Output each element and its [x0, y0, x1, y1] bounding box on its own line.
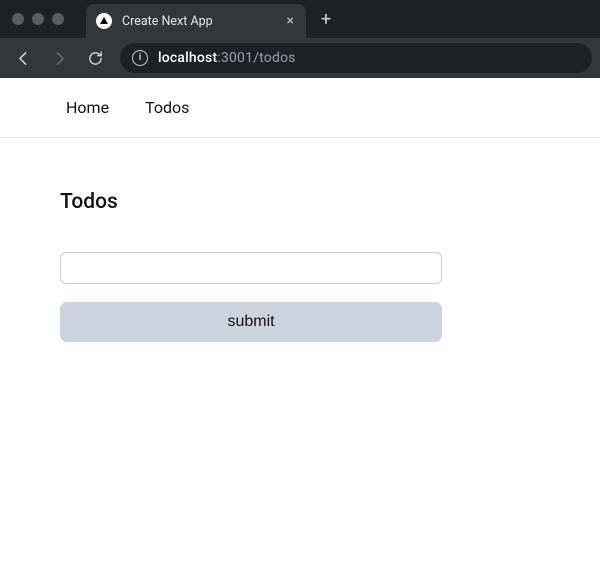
browser-toolbar: i localhost:3001/todos	[0, 38, 600, 78]
window-close-button[interactable]	[12, 13, 24, 25]
site-nav: Home Todos	[0, 78, 600, 138]
site-info-icon[interactable]: i	[132, 50, 148, 66]
window-maximize-button[interactable]	[52, 13, 64, 25]
url-text: localhost:3001/todos	[158, 50, 296, 66]
reload-button[interactable]	[80, 43, 110, 73]
nav-link-todos[interactable]: Todos	[145, 98, 189, 117]
url-host: localhost	[158, 50, 217, 66]
address-bar[interactable]: i localhost:3001/todos	[120, 43, 592, 73]
todo-input[interactable]	[60, 252, 442, 284]
browser-tab[interactable]: Create Next App ×	[86, 4, 306, 38]
nav-link-home[interactable]: Home	[66, 98, 109, 117]
main-content: Todos submit	[0, 138, 500, 342]
reload-icon	[87, 50, 104, 67]
new-tab-button[interactable]: +	[312, 5, 340, 33]
submit-button[interactable]: submit	[60, 302, 442, 342]
window-controls	[0, 13, 76, 25]
back-button[interactable]	[8, 43, 38, 73]
tab-close-icon[interactable]: ×	[287, 14, 294, 28]
forward-button[interactable]	[44, 43, 74, 73]
nextjs-favicon	[96, 13, 112, 29]
window-minimize-button[interactable]	[32, 13, 44, 25]
browser-chrome: Create Next App × + i localhost:3001/tod…	[0, 0, 600, 78]
titlebar: Create Next App × +	[0, 0, 600, 38]
page-content: Home Todos Todos submit	[0, 78, 600, 574]
tab-title: Create Next App	[122, 14, 277, 29]
arrow-left-icon	[15, 50, 32, 67]
arrow-right-icon	[51, 50, 68, 67]
url-path: :3001/todos	[217, 50, 295, 66]
page-title: Todos	[60, 190, 500, 214]
